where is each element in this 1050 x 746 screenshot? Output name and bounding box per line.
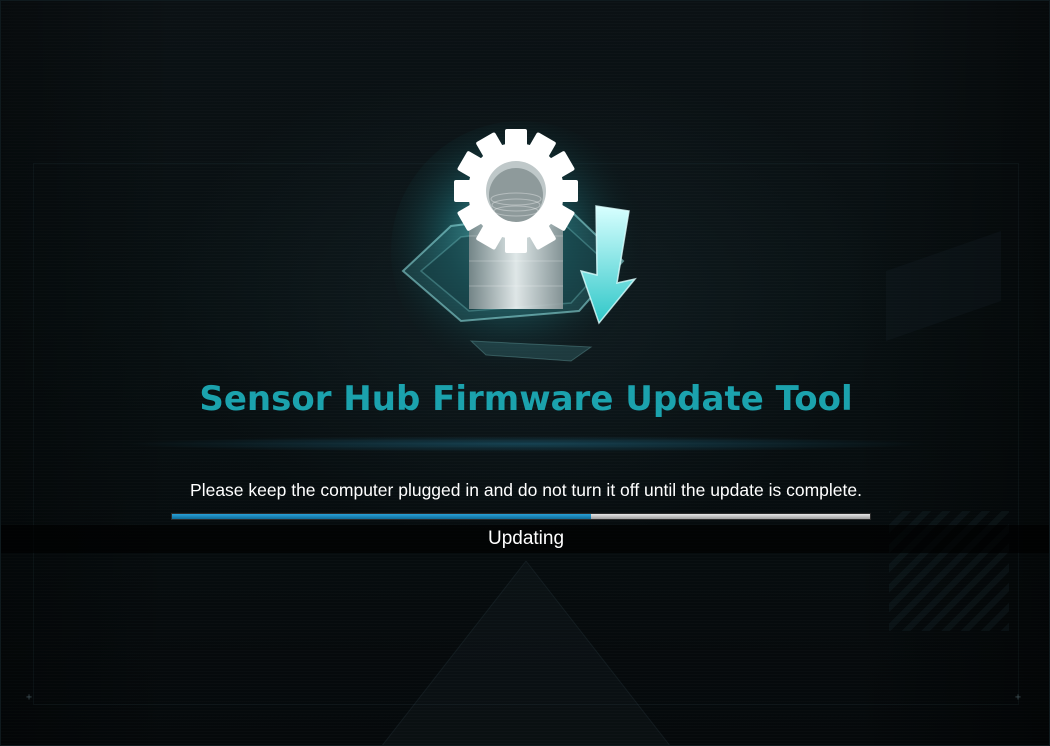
update-status-label: Updating xyxy=(487,528,565,549)
corner-mark-left: + xyxy=(26,692,33,703)
update-progress-bar xyxy=(171,513,871,520)
update-progress-fill xyxy=(172,514,591,519)
background-shade-right xyxy=(849,1,1049,745)
title-glow-band xyxy=(1,429,1049,459)
firmware-update-window: + + Sensor Hub Firmware Update Tool Plea… xyxy=(0,0,1050,746)
corner-mark-right: + xyxy=(1015,692,1022,703)
update-warning-message: Please keep the computer plugged in and … xyxy=(190,480,862,500)
app-title: Sensor Hub Firmware Update Tool xyxy=(199,379,853,419)
background-shade-left xyxy=(1,1,176,745)
gear-download-icon xyxy=(391,121,651,381)
